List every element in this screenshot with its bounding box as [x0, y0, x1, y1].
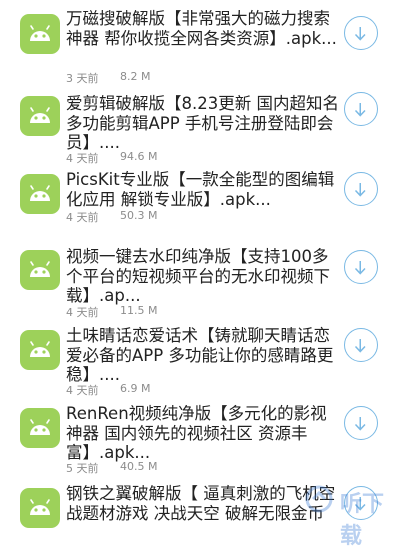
file-size: 50.3 M — [120, 209, 158, 222]
upload-time: 5 天前 — [66, 462, 99, 475]
download-button[interactable] — [344, 328, 378, 362]
app-meta: 4 天前 6.9 M — [66, 382, 150, 398]
file-size: 8.2 M — [120, 70, 151, 83]
android-icon — [20, 250, 60, 290]
file-size: 94.6 M — [120, 150, 158, 163]
android-icon — [20, 330, 60, 370]
android-icon — [20, 408, 60, 448]
download-arrow-icon — [354, 261, 366, 275]
list-item[interactable]: PicsKit专业版【一款全能型的图编辑化应用 解锁专业版】.apk... 4 … — [0, 166, 400, 244]
download-arrow-icon — [354, 27, 366, 41]
download-arrow-icon — [354, 103, 366, 117]
site-watermark: 听下载 — [300, 476, 400, 549]
upload-time: 4 天前 — [66, 211, 99, 224]
app-title[interactable]: 视频一键去水印纯净版【支持100多个平台的短视频平台的无水印视频下载】.ap..… — [66, 247, 341, 306]
app-title[interactable]: PicsKit专业版【一款全能型的图编辑化应用 解锁专业版】.apk... — [66, 170, 341, 209]
list-item[interactable]: RenRen视频纯净版【多元化的影视神器 国内领先的视频社区 资源丰富】.apk… — [0, 400, 400, 478]
upload-time: 4 天前 — [66, 384, 99, 397]
download-button[interactable] — [344, 92, 378, 126]
list-item[interactable]: 土味睛话恋爱话术【铸就聊天睛话恋爱必备的APP 多功能让你的感睛路更稳】....… — [0, 322, 400, 400]
download-button[interactable] — [344, 250, 378, 284]
file-size: 6.9 M — [120, 382, 151, 395]
upload-time: 3 天前 — [66, 72, 99, 85]
list-item[interactable]: 视频一键去水印纯净版【支持100多个平台的短视频平台的无水印视频下载】.ap..… — [0, 244, 400, 322]
download-button[interactable] — [344, 406, 378, 440]
app-title[interactable]: RenRen视频纯净版【多元化的影视神器 国内领先的视频社区 资源丰富】.apk… — [66, 404, 341, 463]
android-icon — [20, 14, 60, 54]
download-arrow-icon — [354, 339, 366, 353]
app-title[interactable]: 万磁搜破解版【非常强大的磁力搜索神器 帮你收揽全网各类资源】.apk... — [66, 9, 341, 48]
list-item[interactable]: 爱剪辑破解版【8.23更新 国内超知名多功能剪辑APP 手机号注册登陆即会员】.… — [0, 88, 400, 166]
app-meta: 4 天前 11.5 M — [66, 304, 157, 320]
app-meta: 4 天前 50.3 M — [66, 209, 157, 225]
watermark-text: 听下载 — [340, 492, 385, 549]
list-item[interactable]: 万磁搜破解版【非常强大的磁力搜索神器 帮你收揽全网各类资源】.apk... 3 … — [0, 0, 400, 85]
app-meta: 4 天前 94.6 M — [66, 150, 157, 166]
android-icon — [20, 174, 60, 214]
download-button[interactable] — [344, 16, 378, 50]
file-size: 11.5 M — [120, 304, 158, 317]
app-meta: 5 天前 40.5 M — [66, 460, 157, 476]
upload-time: 4 天前 — [66, 306, 99, 319]
app-meta: 3 天前 8.2 M — [66, 70, 150, 86]
upload-time: 4 天前 — [66, 152, 99, 165]
android-icon — [20, 96, 60, 136]
download-button[interactable] — [344, 172, 378, 206]
download-arrow-icon — [354, 183, 366, 197]
app-title[interactable]: 爱剪辑破解版【8.23更新 国内超知名多功能剪辑APP 手机号注册登陆即会员】.… — [66, 94, 341, 153]
watermark-logo-icon — [305, 485, 333, 513]
file-size: 40.5 M — [120, 460, 158, 473]
download-arrow-icon — [354, 417, 366, 431]
app-title[interactable]: 土味睛话恋爱话术【铸就聊天睛话恋爱必备的APP 多功能让你的感睛路更稳】.... — [66, 326, 341, 385]
android-icon — [20, 488, 60, 528]
